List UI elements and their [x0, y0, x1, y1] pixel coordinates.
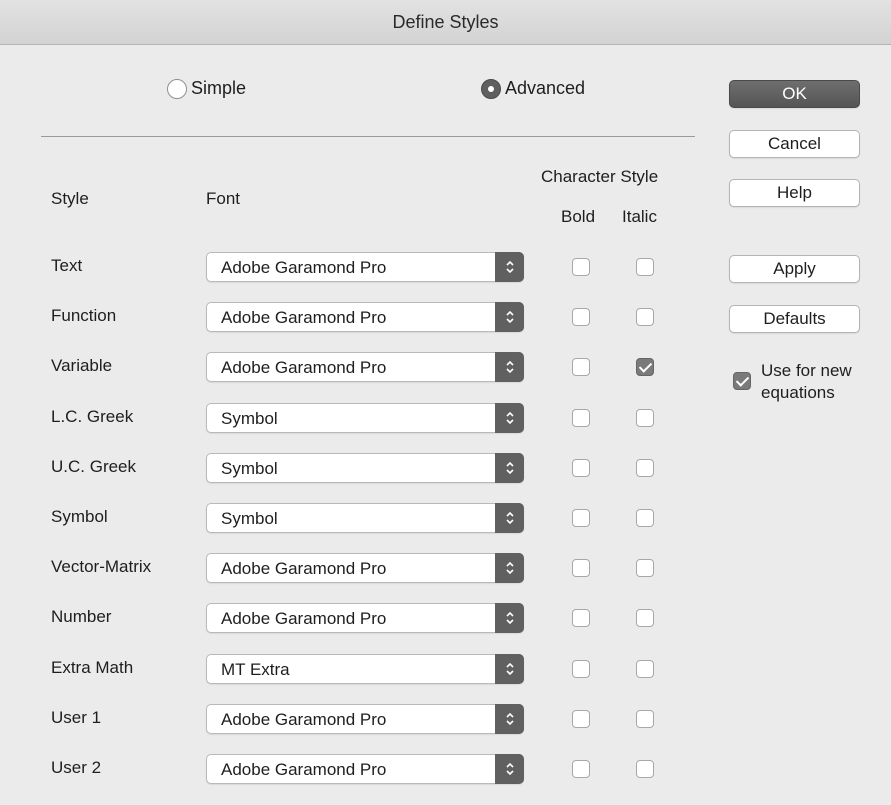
style-label-user-1: User 1: [51, 708, 102, 727]
italic-checkbox-function[interactable]: [636, 308, 654, 326]
italic-checkbox-user-2[interactable]: [636, 760, 654, 778]
font-select-l-c-greek[interactable]: Symbol: [206, 403, 524, 433]
chevron-up-down-icon[interactable]: [495, 704, 524, 734]
font-select-value: Symbol: [221, 509, 278, 528]
use-for-new-label: Use for new equations: [761, 361, 852, 402]
italic-checkbox-u-c-greek[interactable]: [636, 459, 654, 477]
apply-button[interactable]: Apply: [729, 255, 860, 283]
radio-simple-circle[interactable]: [167, 78, 187, 99]
font-select-value: Adobe Garamond Pro: [221, 358, 387, 377]
help-button-label: Help: [777, 183, 812, 202]
font-select-value: Symbol: [221, 459, 278, 478]
bold-checkbox-user-1[interactable]: [572, 710, 590, 728]
font-select-text[interactable]: Adobe Garamond Pro: [206, 252, 524, 282]
font-select-user-2[interactable]: Adobe Garamond Pro: [206, 754, 524, 784]
radio-simple-label: Simple: [191, 78, 247, 98]
style-label-l-c-greek: L.C. Greek: [51, 407, 134, 426]
bold-checkbox-variable[interactable]: [572, 358, 590, 376]
chevron-up-down-icon[interactable]: [495, 654, 524, 684]
use-for-new-checkbox[interactable]: [733, 372, 751, 390]
style-label-user-2: User 2: [51, 758, 102, 777]
font-select-value: Adobe Garamond Pro: [221, 308, 387, 327]
italic-checkbox-symbol[interactable]: [636, 509, 654, 527]
chevron-up-down-icon[interactable]: [495, 302, 524, 332]
bold-checkbox-text[interactable]: [572, 258, 590, 276]
divider: [41, 136, 695, 137]
font-select-value: Adobe Garamond Pro: [221, 760, 387, 779]
style-label-function: Function: [51, 306, 117, 325]
radio-simple[interactable]: Simple: [167, 78, 246, 99]
font-select-number[interactable]: Adobe Garamond Pro: [206, 603, 524, 633]
chevron-up-down-icon[interactable]: [495, 603, 524, 633]
bold-checkbox-symbol[interactable]: [572, 509, 590, 527]
help-button[interactable]: Help: [729, 179, 860, 207]
font-select-value: Adobe Garamond Pro: [221, 559, 387, 578]
defaults-button-label: Defaults: [763, 309, 826, 328]
chevron-up-down-icon[interactable]: [495, 553, 524, 583]
italic-checkbox-text[interactable]: [636, 258, 654, 276]
radio-advanced-label: Advanced: [505, 78, 586, 98]
style-label-variable: Variable: [51, 356, 113, 375]
italic-checkbox-extra-math[interactable]: [636, 660, 654, 678]
font-select-symbol[interactable]: Symbol: [206, 503, 524, 533]
style-label-extra-math: Extra Math: [51, 658, 134, 677]
italic-checkbox-l-c-greek[interactable]: [636, 409, 654, 427]
font-select-value: MT Extra: [221, 660, 290, 679]
header-character-style: Character Style: [541, 167, 659, 186]
bold-checkbox-u-c-greek[interactable]: [572, 459, 590, 477]
font-select-value: Adobe Garamond Pro: [221, 609, 387, 628]
bold-checkbox-function[interactable]: [572, 308, 590, 326]
font-select-value: Symbol: [221, 409, 278, 428]
bold-checkbox-number[interactable]: [572, 609, 590, 627]
chevron-up-down-icon[interactable]: [495, 754, 524, 784]
chevron-up-down-icon[interactable]: [495, 352, 524, 382]
chevron-up-down-icon[interactable]: [495, 252, 524, 282]
bold-checkbox-extra-math[interactable]: [572, 660, 590, 678]
cancel-button-label: Cancel: [768, 134, 821, 153]
chevron-up-down-icon[interactable]: [495, 503, 524, 533]
apply-button-label: Apply: [773, 259, 816, 278]
chevron-up-down-icon[interactable]: [495, 403, 524, 433]
header-font: Font: [206, 189, 241, 208]
font-select-value: Adobe Garamond Pro: [221, 258, 387, 277]
ok-button-label: OK: [782, 84, 807, 103]
title-bar: Define Styles: [0, 0, 891, 45]
style-label-text: Text: [51, 256, 83, 275]
font-select-extra-math[interactable]: MT Extra: [206, 654, 524, 684]
chevron-up-down-icon[interactable]: [495, 453, 524, 483]
style-label-u-c-greek: U.C. Greek: [51, 457, 137, 476]
style-label-number: Number: [51, 607, 112, 626]
window-title: Define Styles: [392, 11, 499, 32]
bold-checkbox-l-c-greek[interactable]: [572, 409, 590, 427]
italic-checkbox-number[interactable]: [636, 609, 654, 627]
font-select-function[interactable]: Adobe Garamond Pro: [206, 302, 524, 332]
bold-checkbox-user-2[interactable]: [572, 760, 590, 778]
font-select-u-c-greek[interactable]: Symbol: [206, 453, 524, 483]
header-italic: Italic: [622, 207, 657, 226]
radio-advanced-circle[interactable]: [481, 78, 501, 99]
italic-checkbox-user-1[interactable]: [636, 710, 654, 728]
italic-checkbox-variable[interactable]: [636, 358, 654, 376]
font-select-vector-matrix[interactable]: Adobe Garamond Pro: [206, 553, 524, 583]
header-style: Style: [51, 189, 89, 208]
italic-checkbox-vector-matrix[interactable]: [636, 559, 654, 577]
ok-button[interactable]: OK: [729, 80, 860, 108]
radio-advanced[interactable]: Advanced: [481, 78, 585, 99]
header-bold: Bold: [561, 207, 596, 226]
use-for-new-equations[interactable]: Use for new equations: [733, 360, 881, 404]
font-select-variable[interactable]: Adobe Garamond Pro: [206, 352, 524, 382]
style-label-vector-matrix: Vector-Matrix: [51, 557, 152, 576]
font-select-value: Adobe Garamond Pro: [221, 710, 387, 729]
cancel-button[interactable]: Cancel: [729, 130, 860, 158]
bold-checkbox-vector-matrix[interactable]: [572, 559, 590, 577]
defaults-button[interactable]: Defaults: [729, 305, 860, 333]
font-select-user-1[interactable]: Adobe Garamond Pro: [206, 704, 524, 734]
style-label-symbol: Symbol: [51, 507, 108, 526]
